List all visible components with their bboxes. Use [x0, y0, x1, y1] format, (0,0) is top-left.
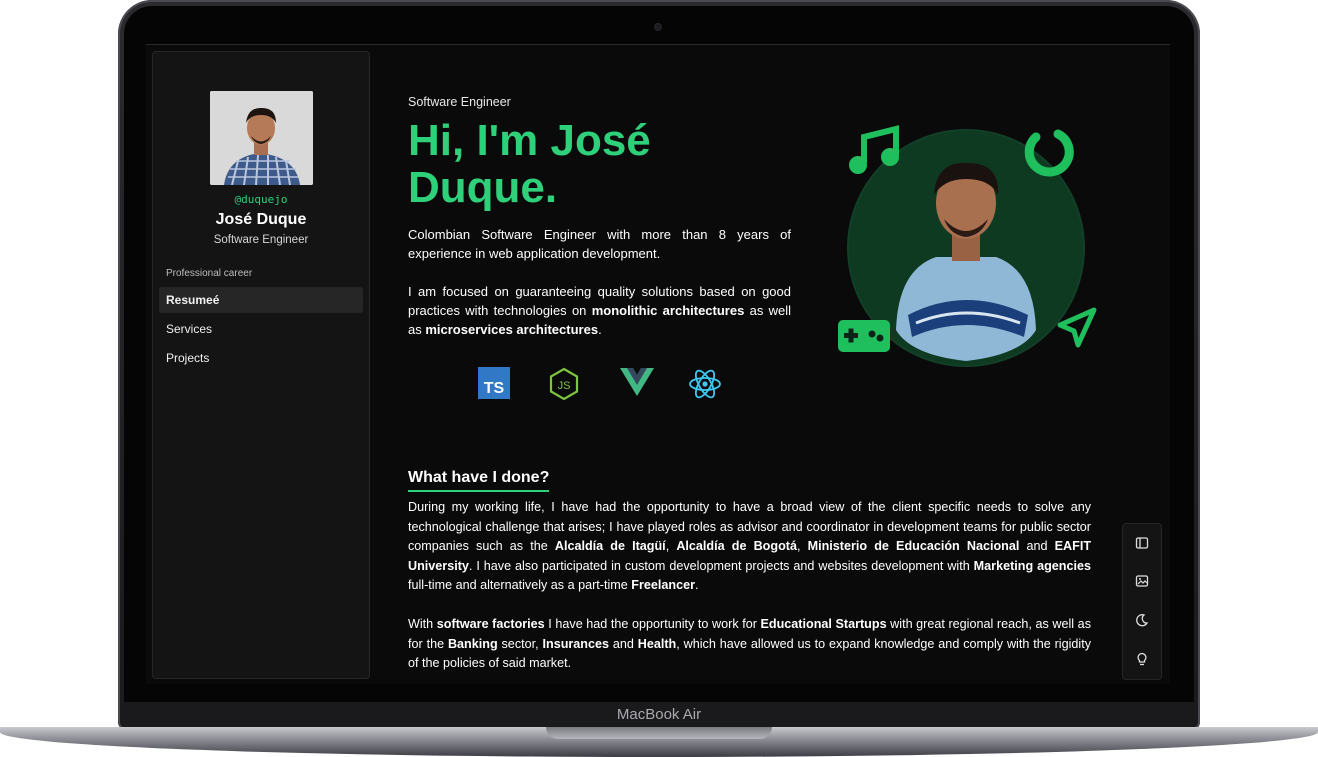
nodejs-icon: JS — [548, 367, 582, 401]
camera-icon — [654, 23, 662, 31]
sidebar-toggle-icon — [1135, 537, 1149, 549]
intro-paragraph-1: Colombian Software Engineer with more th… — [408, 227, 791, 261]
intro-paragraph-2: I am focused on guaranteeing quality sol… — [408, 284, 791, 337]
device-label: MacBook Air — [616, 706, 702, 723]
sidebar-nav: Resumeé Services Projects — [159, 287, 363, 374]
user-name: José Duque — [215, 211, 307, 228]
svg-text:JS: JS — [558, 380, 571, 392]
svg-text:TS: TS — [484, 380, 505, 397]
vue-icon — [620, 367, 654, 401]
section-title: What have I done? — [408, 469, 550, 492]
experience-paragraph-1: During my working life, I have had the o… — [408, 500, 1092, 592]
hero-first-name: José — [550, 116, 651, 165]
typescript-icon: TS — [478, 367, 512, 401]
section-label: Professional career — [166, 268, 253, 279]
avatar — [210, 91, 313, 185]
experience-paragraph-2: With software factories I have had the o… — [408, 617, 1091, 670]
dark-mode-button[interactable] — [1129, 607, 1155, 633]
user-handle: @duquejo — [234, 193, 288, 206]
laptop-notch — [546, 727, 772, 739]
floating-toolbar — [1122, 523, 1162, 680]
hero-title: Hi, I'm José Duque. — [408, 117, 808, 211]
hero-greeting: Hi, I'm — [408, 116, 551, 165]
hero-role: Software Engineer — [408, 95, 511, 109]
react-icon — [688, 367, 722, 401]
lightbulb-button[interactable] — [1129, 646, 1155, 672]
image-button[interactable] — [1129, 568, 1155, 594]
send-icon — [1057, 307, 1097, 348]
lightbulb-icon — [1137, 652, 1147, 666]
experience-text: During my working life, I have had the o… — [408, 498, 1091, 684]
moon-icon — [1136, 614, 1149, 627]
gamepad-icon — [838, 320, 890, 352]
hero-portrait — [836, 115, 1106, 375]
image-icon — [1135, 575, 1149, 587]
sidebar-toggle-button[interactable] — [1129, 530, 1155, 556]
sidebar-item-projects[interactable]: Projects — [159, 345, 363, 371]
intro-text: Colombian Software Engineer with more th… — [408, 225, 791, 358]
music-note-icon — [849, 125, 899, 174]
hero-last-name: Duque. — [408, 163, 558, 212]
screen: @duquejo José Duque Software Engineer Pr… — [146, 44, 1170, 684]
user-role: Software Engineer — [213, 234, 309, 246]
sidebar-item-services[interactable]: Services — [159, 316, 363, 342]
sidebar-item-resume[interactable]: Resumeé — [159, 287, 363, 313]
sidebar: @duquejo José Duque Software Engineer Pr… — [152, 51, 370, 679]
